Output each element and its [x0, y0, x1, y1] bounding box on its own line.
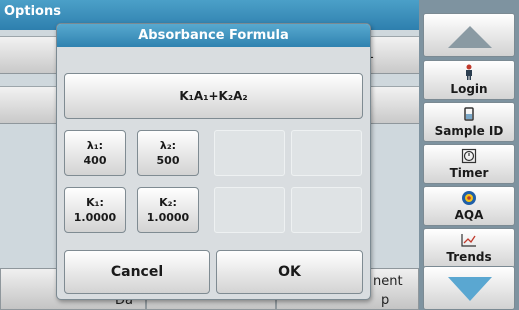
formula-button[interactable]: K₁A₁+K₂A₂	[64, 73, 363, 119]
k-1-button[interactable]: K₁: 1.0000	[64, 187, 126, 233]
lambda-2-button[interactable]: λ₂: 500	[137, 130, 199, 176]
empty-cell	[214, 187, 285, 233]
lambda-1-value: 400	[83, 154, 107, 167]
timer-label: Timer	[449, 166, 489, 180]
trends-label: Trends	[446, 250, 492, 264]
login-button[interactable]: Login	[423, 60, 515, 100]
timer-button[interactable]: Timer	[423, 144, 515, 184]
sample-id-label: Sample ID	[434, 124, 504, 138]
dialog-title: Absorbance Formula	[57, 24, 370, 47]
lambda-1-label: λ₁:	[86, 139, 104, 152]
empty-cell	[214, 130, 285, 176]
sidebar: Login Sample ID Timer AQA Trends	[419, 0, 519, 310]
up-arrow-icon	[448, 26, 492, 48]
trends-button[interactable]: Trends	[423, 228, 515, 268]
cancel-button[interactable]: Cancel	[64, 250, 210, 294]
k-1-label: K₁:	[86, 196, 104, 209]
timer-icon	[424, 148, 514, 164]
vial-icon	[424, 106, 514, 122]
trend-chart-icon	[424, 232, 514, 248]
k-2-button[interactable]: K₂: 1.0000	[137, 187, 199, 233]
background-title: Options	[4, 4, 61, 19]
scroll-up-button[interactable]	[423, 13, 515, 57]
aqa-label: AQA	[454, 208, 484, 222]
sample-id-button[interactable]: Sample ID	[423, 102, 515, 142]
aqa-button[interactable]: AQA	[423, 186, 515, 226]
person-icon	[424, 64, 514, 80]
aqa-icon	[424, 190, 514, 206]
background-bottom-right-label-2: p	[381, 293, 390, 308]
k-2-label: K₂:	[159, 196, 177, 209]
lambda-2-value: 500	[156, 154, 180, 167]
scroll-down-button[interactable]	[423, 266, 515, 310]
absorbance-formula-dialog: Absorbance Formula K₁A₁+K₂A₂ λ₁: 400 λ₂:…	[56, 23, 371, 300]
lambda-2-label: λ₂:	[159, 139, 177, 152]
lambda-1-button[interactable]: λ₁: 400	[64, 130, 126, 176]
empty-cell	[291, 130, 362, 176]
k-1-value: 1.0000	[73, 211, 117, 224]
ok-button[interactable]: OK	[216, 250, 363, 294]
down-arrow-icon	[448, 277, 492, 301]
empty-cell	[291, 187, 362, 233]
background-bottom-right-label: nent	[373, 274, 403, 289]
k-2-value: 1.0000	[146, 211, 190, 224]
login-label: Login	[450, 82, 488, 96]
